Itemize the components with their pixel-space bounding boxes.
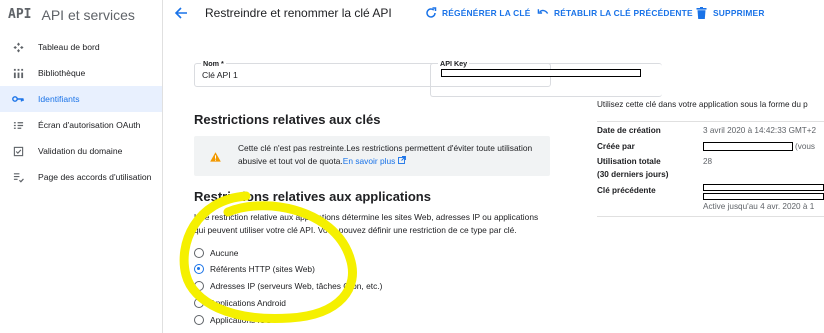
page-title: Restreindre et renommer la clé API	[205, 6, 392, 20]
regenerate-key-button[interactable]: RÉGÉNÉRER LA CLÉ	[425, 7, 531, 19]
radio-ip-addresses[interactable]: Adresses IP (serveurs Web, tâches Cron, …	[194, 281, 382, 291]
sidebar-item-library[interactable]: Bibliothèque	[0, 60, 162, 86]
trash-icon	[696, 7, 708, 19]
refresh-icon	[425, 7, 437, 19]
created-by-suffix: (vous	[795, 142, 816, 151]
created-by-label: Créée par	[597, 142, 635, 151]
learn-more-link[interactable]: En savoir plus	[343, 156, 406, 166]
radio-android-apps[interactable]: Applications Android	[194, 298, 286, 308]
sidebar: API API et services Tableau de bord Bibl…	[0, 0, 163, 333]
redacted-email	[703, 142, 793, 151]
radio-button[interactable]	[194, 264, 204, 274]
redacted-previous-key-1	[703, 184, 824, 191]
external-link-icon	[397, 156, 406, 166]
sidebar-item-label: Bibliothèque	[38, 68, 86, 78]
sidebar-item-label: Tableau de bord	[38, 42, 100, 52]
learn-more-label: En savoir plus	[342, 156, 396, 166]
total-usage-label: Utilisation totale	[597, 157, 661, 166]
api-key-label: API Key	[438, 59, 470, 68]
radio-label: Aucune	[210, 248, 239, 258]
divider	[597, 216, 824, 217]
restore-previous-key-label: RÉTABLIR LA CLÉ PRÉCÉDENTE	[554, 8, 693, 18]
created-label: Date de création	[597, 126, 661, 135]
library-icon	[12, 67, 24, 79]
divider	[597, 121, 824, 122]
sidebar-item-domain-verification[interactable]: Validation du domaine	[0, 138, 162, 164]
previous-key-note: Active jusqu'au 4 avr. 2020 à 1	[703, 202, 815, 211]
name-field-value[interactable]: Clé API 1	[202, 70, 238, 80]
api-logo: API	[8, 7, 32, 22]
regenerate-key-label: RÉGÉNÉRER LA CLÉ	[442, 8, 531, 18]
radio-label: Applications Android	[210, 298, 286, 308]
key-restrictions-heading: Restrictions relatives aux clés	[194, 112, 381, 127]
radio-label: Applications iOS	[210, 315, 272, 325]
sidebar-item-credentials[interactable]: Identifiants	[0, 86, 162, 112]
dashboard-icon	[12, 41, 24, 53]
top-bar: Restreindre et renommer la clé API RÉGÉN…	[163, 0, 824, 29]
sidebar-item-label: Écran d'autorisation OAuth	[38, 120, 141, 130]
back-arrow-icon[interactable]	[174, 6, 190, 22]
restore-previous-key-button[interactable]: RÉTABLIR LA CLÉ PRÉCÉDENTE	[537, 7, 693, 19]
app-restrictions-heading: Restrictions relatives aux applications	[194, 189, 431, 204]
sidebar-item-agreements[interactable]: Page des accords d'utilisation	[0, 164, 162, 190]
agreements-icon	[12, 171, 24, 183]
created-value: 3 avril 2020 à 14:42:33 GMT+2	[703, 126, 817, 135]
name-field-label: Nom *	[201, 59, 226, 68]
radio-ios-apps[interactable]: Applications iOS	[194, 315, 271, 325]
sidebar-item-label: Validation du domaine	[38, 146, 123, 156]
key-details-content: Utilisez cette clé dans votre applicatio…	[597, 29, 824, 333]
radio-none[interactable]: Aucune	[194, 248, 238, 258]
domain-check-icon	[12, 145, 24, 157]
sidebar-title[interactable]: API et services	[41, 7, 134, 23]
key-icon	[12, 93, 24, 105]
total-usage-value: 28	[703, 157, 713, 166]
delete-label: SUPPRIMER	[713, 8, 765, 18]
radio-http-referrers[interactable]: Référents HTTP (sites Web)	[194, 264, 315, 274]
sidebar-item-oauth-consent[interactable]: Écran d'autorisation OAuth	[0, 112, 162, 138]
sidebar-item-label: Page des accords d'utilisation	[38, 172, 152, 182]
redacted-previous-key-2	[703, 193, 824, 200]
radio-button[interactable]	[194, 298, 204, 308]
undo-icon	[537, 7, 549, 19]
usage-text: Utilisez cette clé dans votre applicatio…	[597, 100, 808, 109]
delete-button[interactable]: SUPPRIMER	[696, 7, 765, 19]
previous-key-label: Clé précédente	[597, 186, 656, 195]
radio-button[interactable]	[194, 315, 204, 325]
radio-button[interactable]	[194, 281, 204, 291]
sidebar-header: API API et services	[0, 0, 162, 29]
radio-label: Référents HTTP (sites Web)	[210, 264, 315, 274]
warning-icon	[210, 149, 221, 167]
sidebar-item-dashboard[interactable]: Tableau de bord	[0, 34, 162, 60]
sidebar-item-label: Identifiants	[38, 94, 80, 104]
consent-icon	[12, 119, 24, 131]
radio-button[interactable]	[194, 248, 204, 258]
total-usage-sub: (30 derniers jours)	[597, 170, 669, 179]
radio-label: Adresses IP (serveurs Web, tâches Cron, …	[210, 281, 383, 291]
